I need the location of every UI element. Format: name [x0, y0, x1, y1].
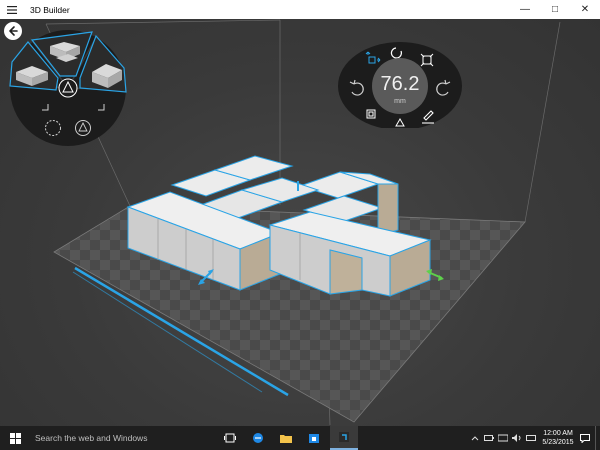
block-side: [329, 249, 363, 295]
title-bar: 3D Builder — □ ✕: [0, 0, 600, 19]
dimension-value[interactable]: 76.2: [372, 73, 428, 96]
windows-logo-icon: [9, 432, 21, 444]
taskbar: Search the web and Windows 12:00 AM 5/23…: [0, 426, 600, 450]
hamburger-icon[interactable]: [0, 0, 24, 19]
notifications-icon: [580, 433, 590, 443]
transform-widget[interactable]: 76.2 mm: [334, 38, 466, 128]
browser-icon: [253, 433, 263, 443]
clock[interactable]: 12:00 AM 5/23/2015: [538, 429, 578, 447]
dimension-unit: mm: [394, 98, 406, 105]
network-icon[interactable]: [497, 426, 509, 450]
volume-icon[interactable]: [511, 426, 523, 450]
chevron-up-icon[interactable]: [469, 426, 481, 450]
search-input[interactable]: Search the web and Windows: [30, 426, 214, 450]
minimize-button[interactable]: —: [510, 0, 540, 19]
start-button[interactable]: [0, 426, 30, 450]
task-view-icon: [224, 433, 236, 443]
taskbar-file-explorer[interactable]: [272, 426, 300, 450]
clock-date: 5/23/2015: [542, 439, 574, 446]
taskbar-3d-builder[interactable]: [330, 426, 358, 450]
battery-icon[interactable]: [483, 426, 495, 450]
folder-icon: [280, 435, 292, 443]
taskbar-store[interactable]: [300, 426, 328, 450]
show-desktop-button[interactable]: [595, 426, 600, 450]
close-button[interactable]: ✕: [570, 0, 600, 19]
action-center-button[interactable]: [578, 426, 592, 450]
3d-builder-icon: [339, 432, 349, 442]
taskbar-edge[interactable]: [244, 426, 272, 450]
app-title: 3D Builder: [30, 4, 70, 15]
back-button[interactable]: [4, 22, 22, 40]
store-icon: [309, 434, 319, 443]
back-arrow-icon: [9, 26, 18, 36]
clock-time: 12:00 AM: [543, 430, 573, 437]
system-tray: 12:00 AM 5/23/2015: [468, 426, 600, 450]
maximize-button[interactable]: □: [540, 0, 570, 19]
task-view-button[interactable]: [216, 426, 244, 450]
object-menu-wheel[interactable]: [6, 24, 136, 146]
app-window: 3D Builder — □ ✕ 76.2 mm Search the web …: [0, 0, 600, 450]
keyboard-icon[interactable]: [525, 426, 537, 450]
